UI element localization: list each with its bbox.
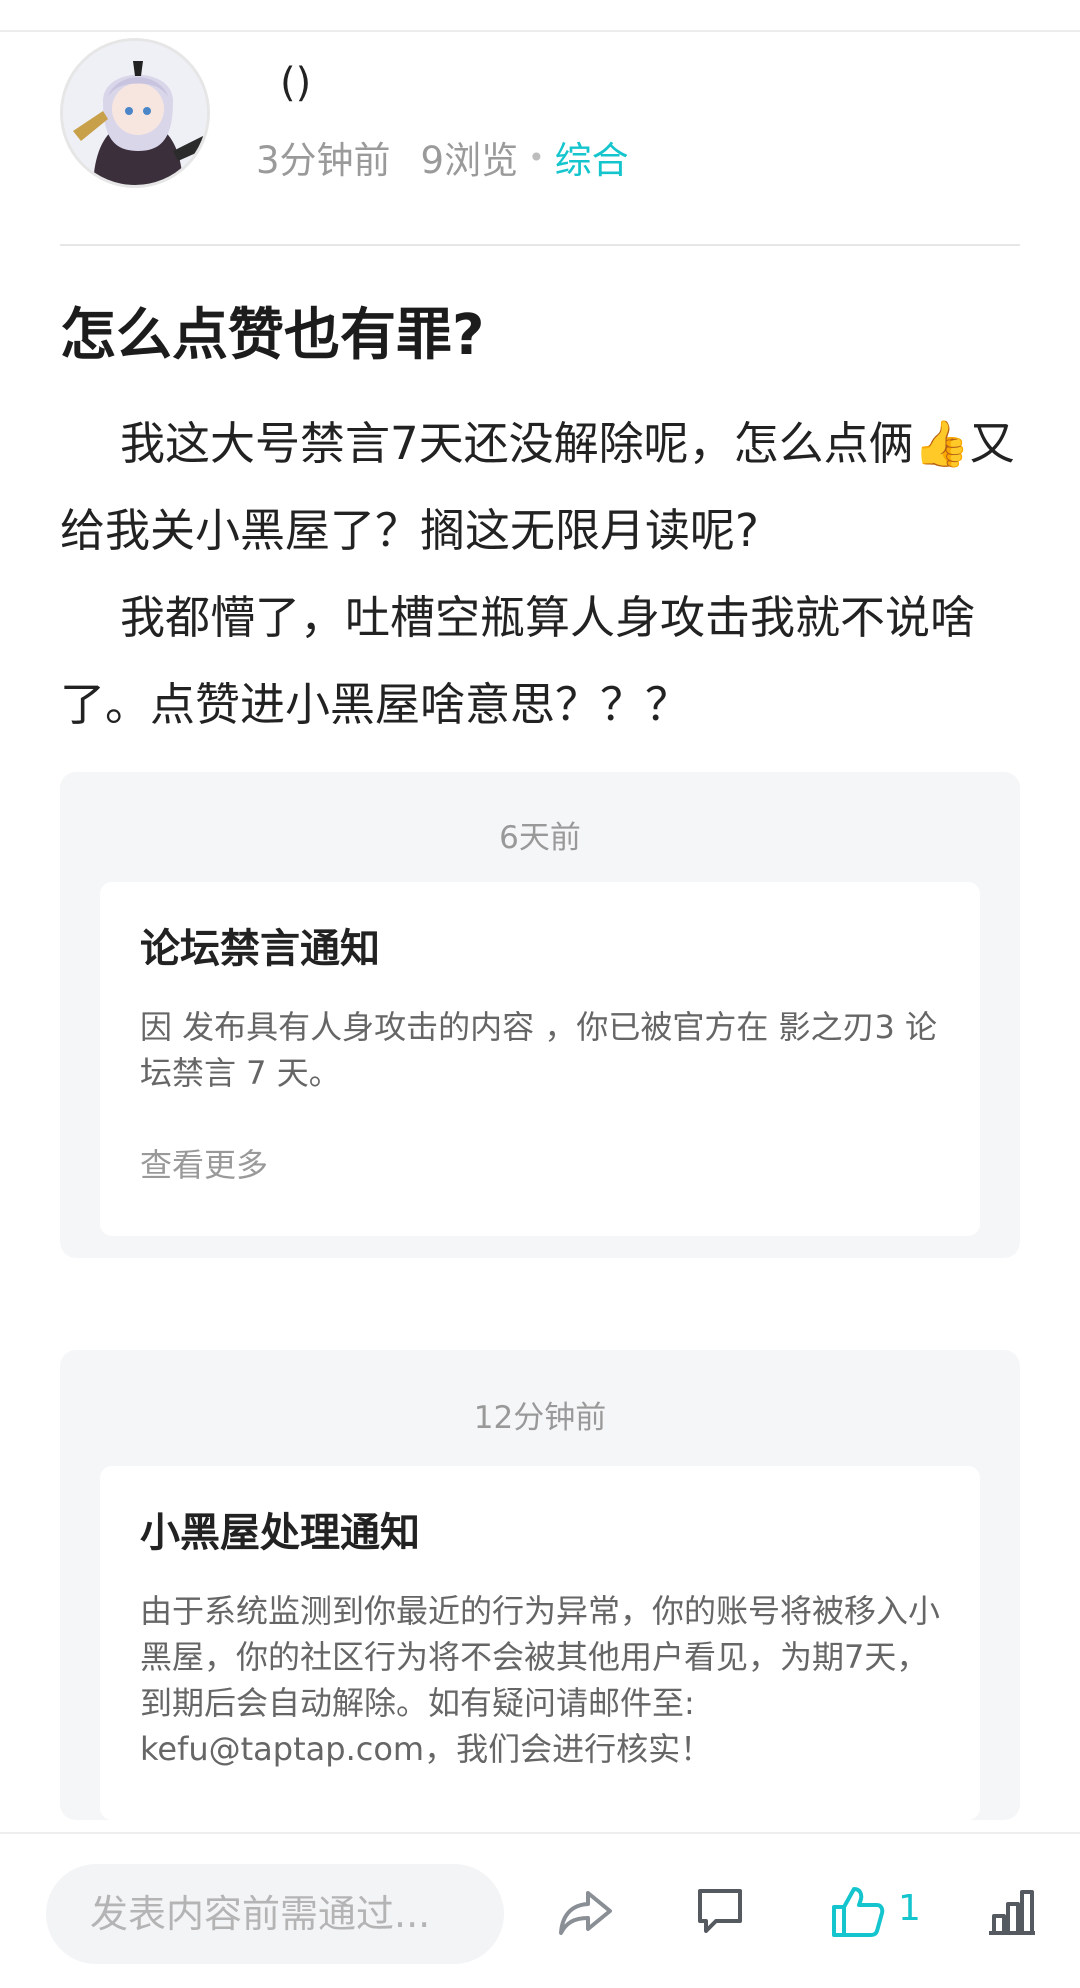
author-header: () 3分钟前 9浏览 • 综合 [60,38,1020,198]
comment-input[interactable] [46,1864,504,1964]
notice-text: 因 发布具有人身攻击的内容 ，你已被官方在 影之刃3 论坛禁言 7 天。 [140,1008,938,1092]
top-edge [0,0,1080,32]
thumbs-up-icon[interactable] [828,1882,888,1942]
comment-icon[interactable] [690,1882,750,1942]
share-icon[interactable] [556,1882,616,1942]
notice-title: 论坛禁言通知 [140,926,380,972]
post-title: 怎么点赞也有罪? [60,303,485,368]
post-paragraph: 我这大号禁言7天还没解除呢，怎么点俩👍又给我关小黑屋了？搁这无限月读呢? [60,400,1020,574]
notice-text: 由于系统监测到你最近的行为异常，你的账号将被移入小黑屋，你的社区行为将不会被其他… [140,1592,941,1768]
bottom-action-bar: 1 [0,1832,1080,1988]
view-count: 9浏览 [420,139,519,182]
avatar[interactable] [60,38,210,188]
post-meta: 3分钟前 9浏览 • 综合 [256,130,629,184]
notice-title: 小黑屋处理通知 [140,1510,420,1556]
post-paragraph-text: 我都懵了，吐槽空瓶算人身攻击我就不说啥了。点赞进小黑屋啥意思？？？ [60,591,976,731]
post-body: 我这大号禁言7天还没解除呢，怎么点俩👍又给我关小黑屋了？搁这无限月读呢? 我都懵… [60,400,1020,748]
post-paragraph: 我都懵了，吐槽空瓶算人身攻击我就不说啥了。点赞进小黑屋啥意思？？？ [60,574,1020,748]
notice-time: 6天前 [499,820,581,856]
post-paragraph-text: 我这大号禁言7天还没解除呢，怎么点俩👍又给我关小黑屋了？搁这无限月读呢? [60,417,1015,557]
avatar-image [63,41,207,185]
notice-time: 12分钟前 [473,1400,607,1436]
stats-icon[interactable] [982,1882,1042,1942]
notice-card: 小黑屋处理通知 由于系统监测到你最近的行为异常，你的账号将被移入小黑屋，你的社区… [100,1466,980,1820]
notice-screenshot: 12分钟前 小黑屋处理通知 由于系统监测到你最近的行为异常，你的账号将被移入小黑… [60,1350,1020,1820]
notice-card: 论坛禁言通知 因 发布具有人身攻击的内容 ，你已被官方在 影之刃3 论坛禁言 7… [100,882,980,1236]
separator-dot: • [528,140,545,174]
category-link[interactable]: 综合 [555,130,629,184]
author-name[interactable]: () [280,60,311,106]
notice-screenshot: 6天前 论坛禁言通知 因 发布具有人身攻击的内容 ，你已被官方在 影之刃3 论坛… [60,772,1020,1258]
view-more-link: 查看更多 [140,1146,269,1184]
divider [60,244,1020,246]
post-time: 3分钟前 [256,139,391,182]
like-count: 1 [898,1888,921,1929]
